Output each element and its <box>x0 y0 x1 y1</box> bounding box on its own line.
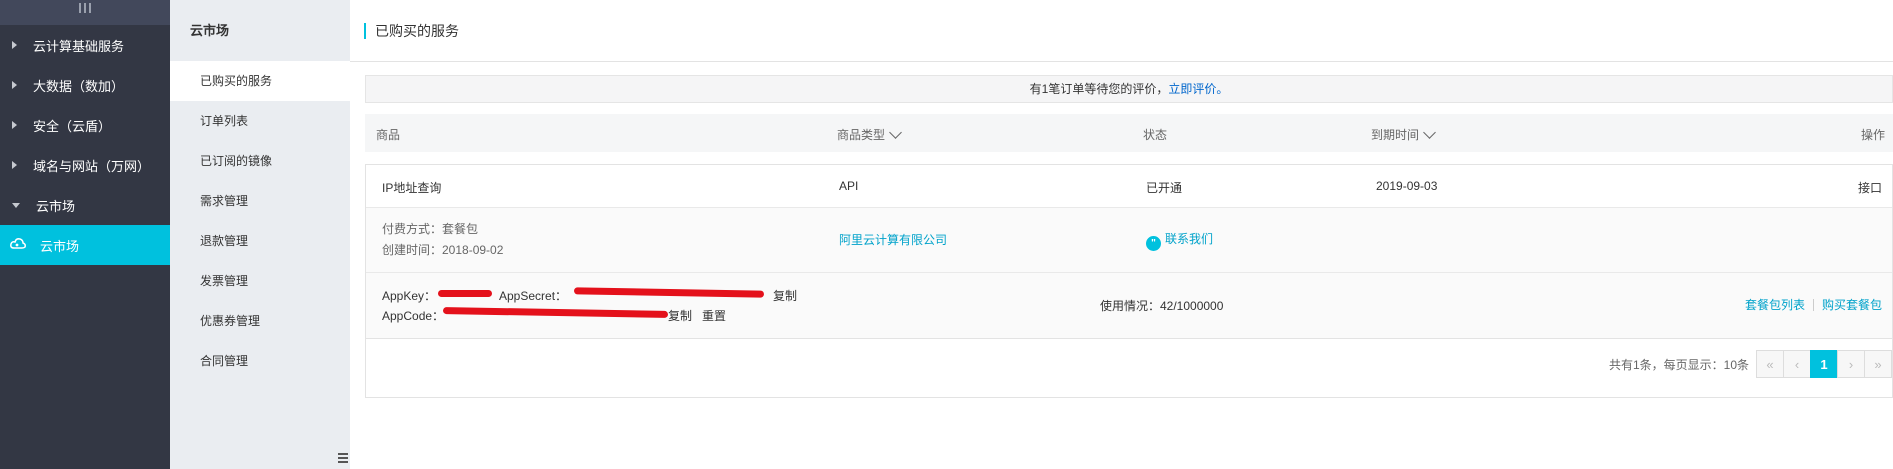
first-page-button[interactable]: « <box>1756 350 1784 378</box>
caret-down-icon <box>12 202 20 208</box>
copy-appcode-button[interactable]: 复制 <box>668 307 692 324</box>
contact-us-link[interactable]: " 联系我们 <box>1146 230 1213 251</box>
header-type[interactable]: 商品类型 <box>837 126 902 143</box>
chevron-down-icon <box>1423 126 1436 139</box>
status-text: 已开通 <box>1146 181 1183 195</box>
notice-text: 有1笔订单等待您的评价， <box>1029 82 1169 96</box>
caret-right-icon <box>12 121 17 129</box>
prev-page-button[interactable]: ‹ <box>1783 350 1811 378</box>
appkey-label: AppKey： <box>382 289 437 303</box>
vendor-link[interactable]: 阿里云计算有限公司 <box>839 231 947 248</box>
reset-appcode-button[interactable]: 重置 <box>702 307 726 324</box>
buy-package-link[interactable]: 购买套餐包 <box>1822 298 1882 312</box>
expire-date: 2019-09-03 <box>1376 179 1438 193</box>
created-time: 创建时间：2018-09-02 <box>382 243 504 257</box>
caret-right-icon <box>12 161 17 169</box>
pagination-info: 共有1条，每页显示：10条 <box>1608 357 1749 372</box>
copy-secret-button[interactable]: 复制 <box>773 287 797 304</box>
sidebar-item-marketplace-group[interactable]: 云市场 <box>0 185 170 225</box>
header-expire-label: 到期时间 <box>1371 128 1420 142</box>
submenu-item-orders[interactable]: 订单列表 <box>170 101 350 141</box>
submenu-item-subscribed-images[interactable]: 已订阅的镜像 <box>170 141 350 181</box>
chat-bubble-icon: " <box>1146 236 1161 251</box>
table-header: 商品 商品类型 状态 到期时间 操作 <box>365 114 1893 152</box>
product-name-link[interactable]: IP地址查询 <box>382 179 441 196</box>
divider <box>1812 299 1814 311</box>
redaction-mark <box>442 307 669 318</box>
package-actions: 套餐包列表 购买套餐包 <box>1745 296 1882 313</box>
sub-menu: 云市场 已购买的服务 订单列表 已订阅的镜像 需求管理 退款管理 发票管理 优惠… <box>170 0 350 469</box>
sidebar-item-label: 云市场 <box>40 238 80 254</box>
contact-us-label: 联系我们 <box>1165 232 1214 246</box>
sidebar-item-domain[interactable]: 域名与网站（万网） <box>0 145 170 185</box>
chevron-down-icon <box>889 126 902 139</box>
header-expire[interactable]: 到期时间 <box>1371 126 1436 143</box>
appcode-label: AppCode： <box>382 309 445 323</box>
payment-method: 付费方式：套餐包 <box>382 222 479 236</box>
header-status: 状态 <box>1143 128 1168 142</box>
sidebar-item-label: 云市场 <box>36 198 76 214</box>
title-accent-bar <box>364 22 366 39</box>
page-title: 已购买的服务 <box>375 22 459 39</box>
next-page-button[interactable]: › <box>1837 350 1865 378</box>
cloud-market-icon <box>10 237 26 254</box>
sidebar-item-big-data[interactable]: 大数据（数加） <box>0 65 170 105</box>
product-type: API <box>839 179 859 193</box>
header-action: 操作 <box>1860 128 1885 142</box>
table-row-credentials: AppKey： AppSecret： 复制 AppCode： 复制 重置 使用情… <box>366 273 1892 339</box>
api-link[interactable]: 接口 <box>1858 179 1882 196</box>
appsecret-label: AppSecret： <box>499 289 568 303</box>
redaction-mark <box>438 290 492 297</box>
collapse-menu-icon[interactable] <box>338 451 350 469</box>
submenu-item-coupons[interactable]: 优惠券管理 <box>170 301 350 341</box>
submenu-item-purchased-services[interactable]: 已购买的服务 <box>170 61 350 101</box>
submenu-item-requirements[interactable]: 需求管理 <box>170 181 350 221</box>
header-product: 商品 <box>376 128 401 142</box>
review-now-link[interactable]: 立即评价。 <box>1168 82 1228 96</box>
sidebar-item-label: 大数据（数加） <box>33 78 125 94</box>
sidebar-item-label: 域名与网站（万网） <box>33 158 151 174</box>
submenu-item-invoices[interactable]: 发票管理 <box>170 261 350 301</box>
sidebar-item-marketplace[interactable]: 云市场 <box>0 225 170 265</box>
redaction-mark <box>573 287 765 298</box>
sidebar-toggle[interactable] <box>0 0 170 25</box>
sidebar-item-cloud-computing[interactable]: 云计算基础服务 <box>0 25 170 65</box>
service-table-body: IP地址查询 API 已开通 2019-09-03 接口 付费方式：套餐包 创建… <box>365 164 1893 398</box>
sidebar-item-label: 云计算基础服务 <box>33 38 125 54</box>
submenu-item-contracts[interactable]: 合同管理 <box>170 341 350 381</box>
caret-right-icon <box>12 81 17 89</box>
review-notice: 有1笔订单等待您的评价，立即评价。 <box>365 75 1893 103</box>
submenu-title: 云市场 <box>190 23 230 38</box>
submenu-item-refunds[interactable]: 退款管理 <box>170 221 350 261</box>
caret-right-icon <box>12 41 17 49</box>
table-row-details: 付费方式：套餐包 创建时间：2018-09-02 阿里云计算有限公司 " 联系我们 <box>366 208 1892 273</box>
usage-text: 使用情况：42/1000000 <box>1100 299 1224 313</box>
main-sidebar: 云计算基础服务 大数据（数加） 安全（云盾） 域名与网站（万网） 云市场 云市场 <box>0 0 170 469</box>
pagination: 共有1条，每页显示：10条 « ‹ 1 › » <box>1609 350 1892 378</box>
menu-bars-icon <box>79 3 91 13</box>
sidebar-item-label: 安全（云盾） <box>33 118 112 134</box>
last-page-button[interactable]: » <box>1864 350 1892 378</box>
package-list-link[interactable]: 套餐包列表 <box>1745 298 1805 312</box>
header-type-label: 商品类型 <box>837 128 886 142</box>
main-content: 已购买的服务 有1笔订单等待您的评价，立即评价。 商品 商品类型 状态 到期时间… <box>350 0 1893 469</box>
sidebar-item-security[interactable]: 安全（云盾） <box>0 105 170 145</box>
page-header: 已购买的服务 <box>350 0 1893 62</box>
table-row: IP地址查询 API 已开通 2019-09-03 接口 <box>366 165 1892 208</box>
page-1-button[interactable]: 1 <box>1810 350 1838 378</box>
